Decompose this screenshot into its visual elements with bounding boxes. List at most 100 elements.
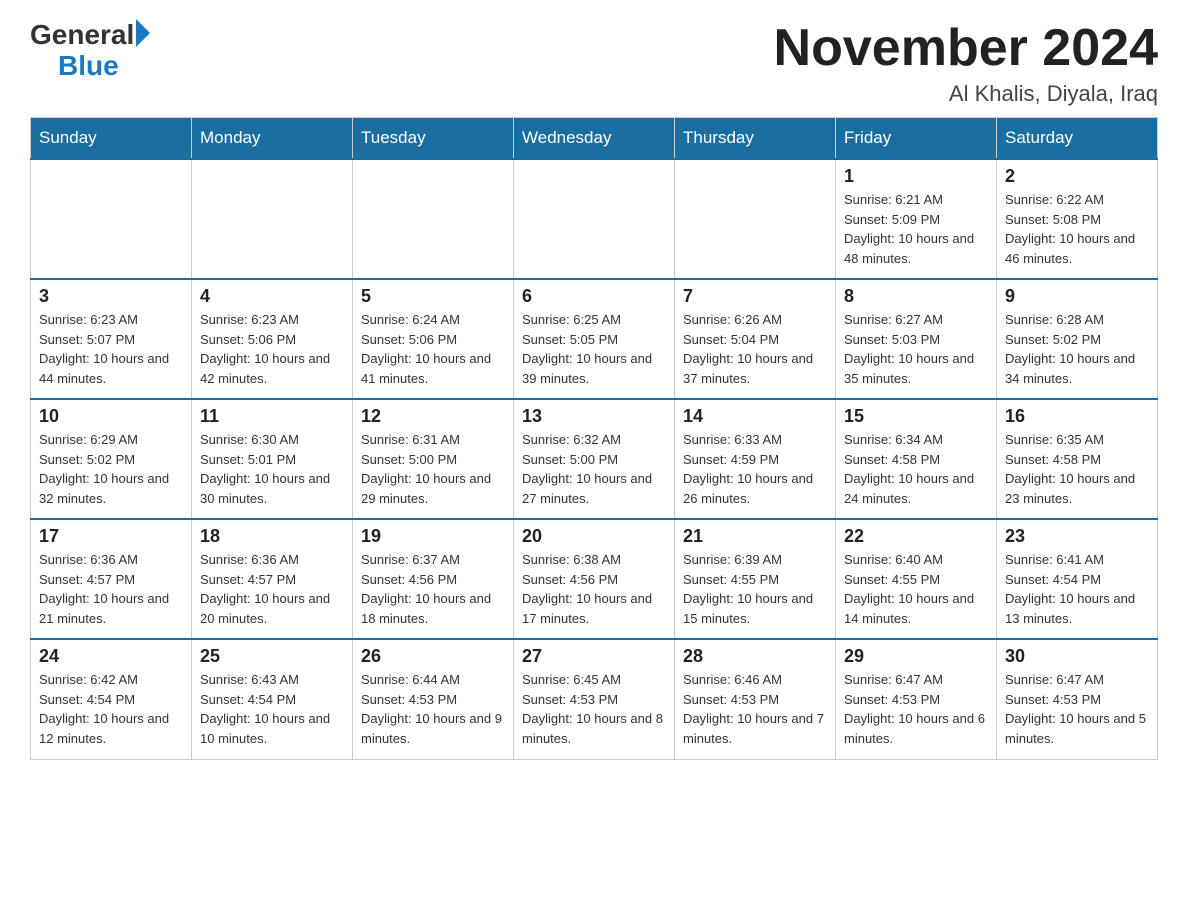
month-title: November 2024 (774, 20, 1158, 77)
calendar-table: Sunday Monday Tuesday Wednesday Thursday… (30, 117, 1158, 760)
day-info: Sunrise: 6:36 AM Sunset: 4:57 PM Dayligh… (39, 550, 183, 628)
day-info: Sunrise: 6:47 AM Sunset: 4:53 PM Dayligh… (844, 670, 988, 748)
weekday-header-row: Sunday Monday Tuesday Wednesday Thursday… (31, 118, 1158, 160)
table-row: 23 Sunrise: 6:41 AM Sunset: 4:54 PM Dayli… (997, 519, 1158, 639)
page-header: General Blue November 2024 Al Khalis, Di… (30, 20, 1158, 107)
day-number: 15 (844, 406, 988, 427)
day-info: Sunrise: 6:46 AM Sunset: 4:53 PM Dayligh… (683, 670, 827, 748)
week-row-2: 10 Sunrise: 6:29 AM Sunset: 5:02 PM Dayli… (31, 399, 1158, 519)
table-row: 21 Sunrise: 6:39 AM Sunset: 4:55 PM Dayli… (675, 519, 836, 639)
header-tuesday: Tuesday (353, 118, 514, 160)
day-info: Sunrise: 6:38 AM Sunset: 4:56 PM Dayligh… (522, 550, 666, 628)
day-number: 8 (844, 286, 988, 307)
day-info: Sunrise: 6:33 AM Sunset: 4:59 PM Dayligh… (683, 430, 827, 508)
day-info: Sunrise: 6:42 AM Sunset: 4:54 PM Dayligh… (39, 670, 183, 748)
day-info: Sunrise: 6:37 AM Sunset: 4:56 PM Dayligh… (361, 550, 505, 628)
day-info: Sunrise: 6:47 AM Sunset: 4:53 PM Dayligh… (1005, 670, 1149, 748)
day-info: Sunrise: 6:28 AM Sunset: 5:02 PM Dayligh… (1005, 310, 1149, 388)
day-info: Sunrise: 6:39 AM Sunset: 4:55 PM Dayligh… (683, 550, 827, 628)
table-row (675, 159, 836, 279)
day-info: Sunrise: 6:26 AM Sunset: 5:04 PM Dayligh… (683, 310, 827, 388)
week-row-0: 1 Sunrise: 6:21 AM Sunset: 5:09 PM Daylig… (31, 159, 1158, 279)
header-thursday: Thursday (675, 118, 836, 160)
day-number: 2 (1005, 166, 1149, 187)
table-row: 8 Sunrise: 6:27 AM Sunset: 5:03 PM Daylig… (836, 279, 997, 399)
table-row: 27 Sunrise: 6:45 AM Sunset: 4:53 PM Dayli… (514, 639, 675, 759)
header-saturday: Saturday (997, 118, 1158, 160)
table-row: 9 Sunrise: 6:28 AM Sunset: 5:02 PM Daylig… (997, 279, 1158, 399)
table-row: 30 Sunrise: 6:47 AM Sunset: 4:53 PM Dayli… (997, 639, 1158, 759)
table-row: 15 Sunrise: 6:34 AM Sunset: 4:58 PM Dayli… (836, 399, 997, 519)
day-number: 24 (39, 646, 183, 667)
week-row-3: 17 Sunrise: 6:36 AM Sunset: 4:57 PM Dayli… (31, 519, 1158, 639)
table-row: 20 Sunrise: 6:38 AM Sunset: 4:56 PM Dayli… (514, 519, 675, 639)
table-row (353, 159, 514, 279)
header-wednesday: Wednesday (514, 118, 675, 160)
day-info: Sunrise: 6:23 AM Sunset: 5:06 PM Dayligh… (200, 310, 344, 388)
table-row: 28 Sunrise: 6:46 AM Sunset: 4:53 PM Dayli… (675, 639, 836, 759)
table-row: 2Sunrise: 6:22 AM Sunset: 5:08 PM Daylig… (997, 159, 1158, 279)
table-row: 17 Sunrise: 6:36 AM Sunset: 4:57 PM Dayli… (31, 519, 192, 639)
day-info: Sunrise: 6:29 AM Sunset: 5:02 PM Dayligh… (39, 430, 183, 508)
table-row: 16 Sunrise: 6:35 AM Sunset: 4:58 PM Dayli… (997, 399, 1158, 519)
day-info: Sunrise: 6:31 AM Sunset: 5:00 PM Dayligh… (361, 430, 505, 508)
table-row: 11Sunrise: 6:30 AM Sunset: 5:01 PM Dayli… (192, 399, 353, 519)
day-number: 9 (1005, 286, 1149, 307)
day-number: 6 (522, 286, 666, 307)
table-row: 19Sunrise: 6:37 AM Sunset: 4:56 PM Dayli… (353, 519, 514, 639)
day-info: Sunrise: 6:34 AM Sunset: 4:58 PM Dayligh… (844, 430, 988, 508)
day-info: Sunrise: 6:43 AM Sunset: 4:54 PM Dayligh… (200, 670, 344, 748)
table-row: 29 Sunrise: 6:47 AM Sunset: 4:53 PM Dayli… (836, 639, 997, 759)
logo-general-text: General (30, 20, 134, 51)
day-number: 16 (1005, 406, 1149, 427)
day-info: Sunrise: 6:36 AM Sunset: 4:57 PM Dayligh… (200, 550, 344, 628)
day-info: Sunrise: 6:41 AM Sunset: 4:54 PM Dayligh… (1005, 550, 1149, 628)
day-number: 28 (683, 646, 827, 667)
logo: General Blue (30, 20, 150, 82)
day-number: 14 (683, 406, 827, 427)
day-number: 20 (522, 526, 666, 547)
table-row: 26 Sunrise: 6:44 AM Sunset: 4:53 PM Dayli… (353, 639, 514, 759)
title-block: November 2024 Al Khalis, Diyala, Iraq (774, 20, 1158, 107)
table-row: 3Sunrise: 6:23 AM Sunset: 5:07 PM Daylig… (31, 279, 192, 399)
day-info: Sunrise: 6:23 AM Sunset: 5:07 PM Dayligh… (39, 310, 183, 388)
day-info: Sunrise: 6:35 AM Sunset: 4:58 PM Dayligh… (1005, 430, 1149, 508)
day-info: Sunrise: 6:21 AM Sunset: 5:09 PM Dayligh… (844, 190, 988, 268)
day-number: 11 (200, 406, 344, 427)
day-number: 17 (39, 526, 183, 547)
table-row: 18Sunrise: 6:36 AM Sunset: 4:57 PM Dayli… (192, 519, 353, 639)
day-number: 1 (844, 166, 988, 187)
day-info: Sunrise: 6:44 AM Sunset: 4:53 PM Dayligh… (361, 670, 505, 748)
day-number: 27 (522, 646, 666, 667)
day-number: 29 (844, 646, 988, 667)
logo-arrow-icon (136, 19, 150, 47)
table-row: 10 Sunrise: 6:29 AM Sunset: 5:02 PM Dayli… (31, 399, 192, 519)
day-info: Sunrise: 6:25 AM Sunset: 5:05 PM Dayligh… (522, 310, 666, 388)
day-info: Sunrise: 6:45 AM Sunset: 4:53 PM Dayligh… (522, 670, 666, 748)
table-row: 14 Sunrise: 6:33 AM Sunset: 4:59 PM Dayli… (675, 399, 836, 519)
table-row: 4 Sunrise: 6:23 AM Sunset: 5:06 PM Daylig… (192, 279, 353, 399)
week-row-1: 3Sunrise: 6:23 AM Sunset: 5:07 PM Daylig… (31, 279, 1158, 399)
day-number: 30 (1005, 646, 1149, 667)
day-number: 5 (361, 286, 505, 307)
table-row (192, 159, 353, 279)
table-row: 1 Sunrise: 6:21 AM Sunset: 5:09 PM Daylig… (836, 159, 997, 279)
day-info: Sunrise: 6:32 AM Sunset: 5:00 PM Dayligh… (522, 430, 666, 508)
day-number: 7 (683, 286, 827, 307)
table-row: 13Sunrise: 6:32 AM Sunset: 5:00 PM Dayli… (514, 399, 675, 519)
day-number: 4 (200, 286, 344, 307)
table-row (514, 159, 675, 279)
table-row: 25 Sunrise: 6:43 AM Sunset: 4:54 PM Dayli… (192, 639, 353, 759)
day-info: Sunrise: 6:27 AM Sunset: 5:03 PM Dayligh… (844, 310, 988, 388)
day-number: 21 (683, 526, 827, 547)
day-number: 10 (39, 406, 183, 427)
table-row: 22Sunrise: 6:40 AM Sunset: 4:55 PM Dayli… (836, 519, 997, 639)
day-number: 23 (1005, 526, 1149, 547)
week-row-4: 24 Sunrise: 6:42 AM Sunset: 4:54 PM Dayli… (31, 639, 1158, 759)
header-sunday: Sunday (31, 118, 192, 160)
day-number: 26 (361, 646, 505, 667)
location-title: Al Khalis, Diyala, Iraq (774, 81, 1158, 107)
day-number: 22 (844, 526, 988, 547)
table-row: 24 Sunrise: 6:42 AM Sunset: 4:54 PM Dayli… (31, 639, 192, 759)
day-number: 25 (200, 646, 344, 667)
